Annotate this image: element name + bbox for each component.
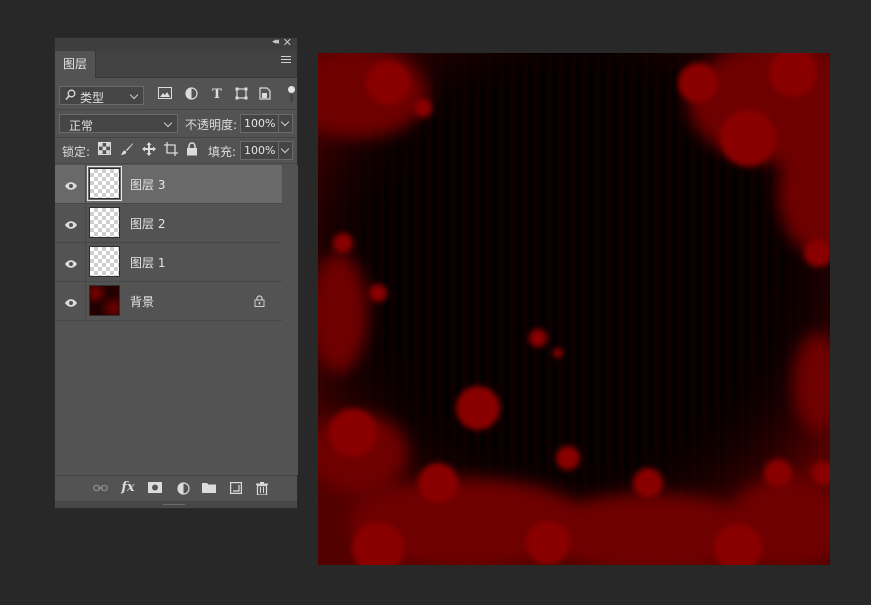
link-layers-icon[interactable] bbox=[93, 482, 108, 496]
layer-row-2[interactable]: 图层 2 bbox=[55, 204, 282, 243]
document-canvas[interactable] bbox=[318, 53, 830, 565]
lock-all-icon[interactable] bbox=[186, 142, 200, 156]
layer-thumbnail bbox=[89, 246, 120, 277]
layers-scroll-area[interactable] bbox=[282, 165, 298, 475]
fill-label: 填充: bbox=[208, 145, 237, 159]
image-filter-icon[interactable] bbox=[157, 87, 173, 103]
add-mask-icon[interactable] bbox=[148, 482, 162, 496]
layer-name[interactable]: 背景 bbox=[130, 293, 154, 310]
layers-panel: ◂◂ ✕ 图层 类型 T 正常 不透明度: 100% 锁定: 填充: 100% … bbox=[54, 36, 298, 509]
delete-layer-icon[interactable] bbox=[255, 482, 269, 496]
opacity-field[interactable]: 100% bbox=[240, 114, 293, 133]
blend-mode-value: 正常 bbox=[69, 119, 94, 133]
adjustment-filter-icon[interactable] bbox=[183, 87, 199, 103]
layers-list: 图层 3 图层 2 图层 1 背景 bbox=[55, 165, 282, 321]
layer-thumbnail bbox=[87, 166, 122, 201]
opacity-value: 100% bbox=[244, 117, 276, 130]
divider bbox=[55, 109, 297, 110]
chevron-down-icon bbox=[163, 118, 173, 128]
adjustment-layer-icon[interactable] bbox=[176, 482, 190, 496]
fx-button[interactable]: fx bbox=[121, 480, 135, 495]
visibility-eye-icon[interactable] bbox=[65, 179, 77, 190]
layer-thumbnail bbox=[89, 207, 120, 238]
layer-name[interactable]: 图层 3 bbox=[130, 176, 165, 193]
blood-splatter-artwork bbox=[318, 53, 830, 565]
panel-menu-icon[interactable] bbox=[281, 56, 291, 65]
layers-bottom-toolbar: fx bbox=[55, 475, 297, 502]
shape-filter-icon[interactable] bbox=[233, 87, 249, 103]
artboard-lock-icon[interactable] bbox=[164, 142, 178, 156]
layer-row-1[interactable]: 图层 1 bbox=[55, 243, 282, 282]
visibility-eye-icon[interactable] bbox=[65, 218, 77, 229]
opacity-dropdown-arrow[interactable] bbox=[278, 115, 292, 132]
search-icon bbox=[65, 89, 76, 104]
panel-resize-grip[interactable] bbox=[55, 501, 297, 508]
chevron-down-icon bbox=[129, 90, 139, 100]
type-filter-icon[interactable]: T bbox=[209, 87, 225, 103]
lock-transparent-pixels-icon[interactable] bbox=[98, 142, 112, 156]
panel-title-bar[interactable]: ◂◂ ✕ bbox=[55, 36, 297, 51]
visibility-eye-icon[interactable] bbox=[65, 257, 77, 268]
filter-toggle-switch[interactable] bbox=[288, 86, 295, 102]
layer-lock-icon bbox=[254, 295, 265, 307]
collapse-panel-button[interactable]: ◂◂ bbox=[272, 37, 279, 47]
new-group-icon[interactable] bbox=[202, 482, 216, 496]
lock-image-pixels-icon[interactable] bbox=[120, 142, 134, 156]
layer-filter-row: 类型 T bbox=[59, 86, 295, 106]
new-layer-icon[interactable] bbox=[229, 482, 243, 496]
divider bbox=[55, 137, 297, 138]
lock-position-icon[interactable] bbox=[142, 142, 156, 156]
smart-object-filter-icon[interactable] bbox=[257, 87, 273, 103]
layer-name[interactable]: 图层 1 bbox=[130, 254, 165, 271]
divider bbox=[55, 163, 297, 164]
fill-value: 100% bbox=[244, 144, 276, 157]
layer-name[interactable]: 图层 2 bbox=[130, 215, 165, 232]
opacity-label: 不透明度: bbox=[185, 118, 238, 132]
visibility-eye-icon[interactable] bbox=[65, 296, 77, 307]
layer-row-3[interactable]: 图层 3 bbox=[55, 165, 282, 204]
filter-kind-label: 类型 bbox=[80, 91, 105, 105]
fill-dropdown-arrow[interactable] bbox=[278, 142, 292, 159]
layer-thumbnail bbox=[89, 285, 120, 316]
fill-field[interactable]: 100% bbox=[240, 141, 293, 160]
filter-kind-select[interactable]: 类型 bbox=[59, 86, 144, 105]
lock-label: 锁定: bbox=[62, 145, 91, 159]
panel-tab-bar: 图层 bbox=[55, 51, 297, 78]
tab-layers[interactable]: 图层 bbox=[55, 51, 96, 78]
close-panel-button[interactable]: ✕ bbox=[283, 36, 292, 49]
blend-mode-select[interactable]: 正常 bbox=[59, 114, 178, 133]
layer-row-background[interactable]: 背景 bbox=[55, 282, 282, 321]
